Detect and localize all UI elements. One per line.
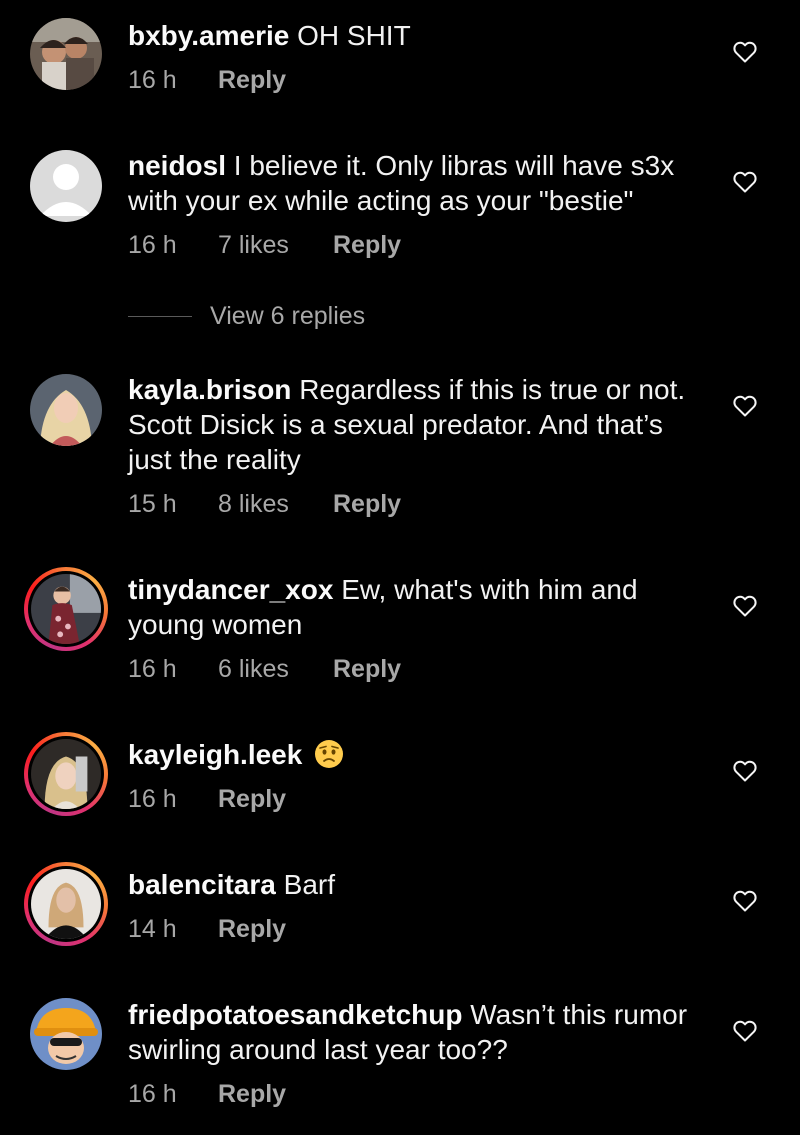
comment-body: kayla.brison Regardless if this is true … [128,372,708,477]
comment-body: bxby.amerie OH SHIT [128,18,708,53]
reply-button[interactable]: Reply [333,655,401,684]
avatar[interactable] [30,374,102,446]
avatar[interactable] [30,150,102,222]
view-replies-button[interactable]: View 6 replies [128,300,365,332]
reply-button[interactable]: Reply [218,66,286,95]
avatar-image [31,574,101,644]
comment-time: 16 h [128,785,177,813]
view-replies-label: View 6 replies [210,301,366,330]
comment-username[interactable]: tinydancer_xox [128,574,333,605]
comment-time: 16 h [128,66,177,94]
comment-likes[interactable]: 8 likes [218,490,333,519]
comment-body: kayleigh.leek [128,737,708,777]
avatar[interactable] [30,18,102,90]
reply-button[interactable]: Reply [218,915,286,944]
comment-time: 15 h [128,490,177,518]
heart-icon[interactable] [733,1020,757,1042]
comment-time: 16 h [128,231,177,259]
comment-text: Barf [283,869,335,900]
comment-username[interactable]: kayla.brison [128,374,291,405]
avatar-story-ring[interactable] [24,567,108,651]
comment-body: tinydancer_xox Ew, what's with him and y… [128,572,708,642]
comment-meta: 14 h Reply [128,915,286,944]
comment-time: 16 h [128,655,177,683]
heart-icon[interactable] [733,890,757,912]
avatar-image [31,739,101,809]
comment-username[interactable]: kayleigh.leek [128,739,302,770]
heart-icon[interactable] [733,395,757,417]
comment-meta: 16 h Reply [128,66,286,95]
comment-body: friedpotatoesandketchup Wasn’t this rumo… [128,997,708,1067]
comment-meta: 16 h 7 likes Reply [128,231,401,260]
comment-time: 16 h [128,1080,177,1108]
reply-button[interactable]: Reply [333,490,401,519]
comment-meta: 15 h 8 likes Reply [128,490,401,519]
comment-username[interactable]: neidosl [128,150,226,181]
avatar-story-ring[interactable] [24,862,108,946]
view-replies-divider [128,315,192,317]
reply-button[interactable]: Reply [218,785,286,814]
avatar-image [30,374,102,446]
avatar-image [30,998,102,1070]
comment-meta: 16 h Reply [128,1080,286,1109]
avatar[interactable] [30,998,102,1070]
heart-icon[interactable] [733,595,757,617]
comment-body: balencitara Barf [128,867,708,902]
comment-meta: 16 h Reply [128,785,286,814]
heart-icon[interactable] [733,760,757,782]
avatar-story-ring[interactable] [24,732,108,816]
heart-icon[interactable] [733,171,757,193]
comment-body: neidosl I believe it. Only libras will h… [128,148,708,218]
comment-username[interactable]: balencitara [128,869,276,900]
comment-likes[interactable]: 7 likes [218,231,333,260]
heart-icon[interactable] [733,41,757,63]
comment-username[interactable]: friedpotatoesandketchup [128,999,462,1030]
avatar-image [30,18,102,90]
comment-text: OH SHIT [297,20,411,51]
worried-face-icon [314,739,344,777]
comment-likes[interactable]: 6 likes [218,655,333,684]
default-avatar-icon [30,150,102,222]
reply-button[interactable]: Reply [333,231,401,260]
comment-meta: 16 h 6 likes Reply [128,655,401,684]
comment-username[interactable]: bxby.amerie [128,20,289,51]
comment-time: 14 h [128,915,177,943]
avatar-image [31,869,101,939]
reply-button[interactable]: Reply [218,1080,286,1109]
